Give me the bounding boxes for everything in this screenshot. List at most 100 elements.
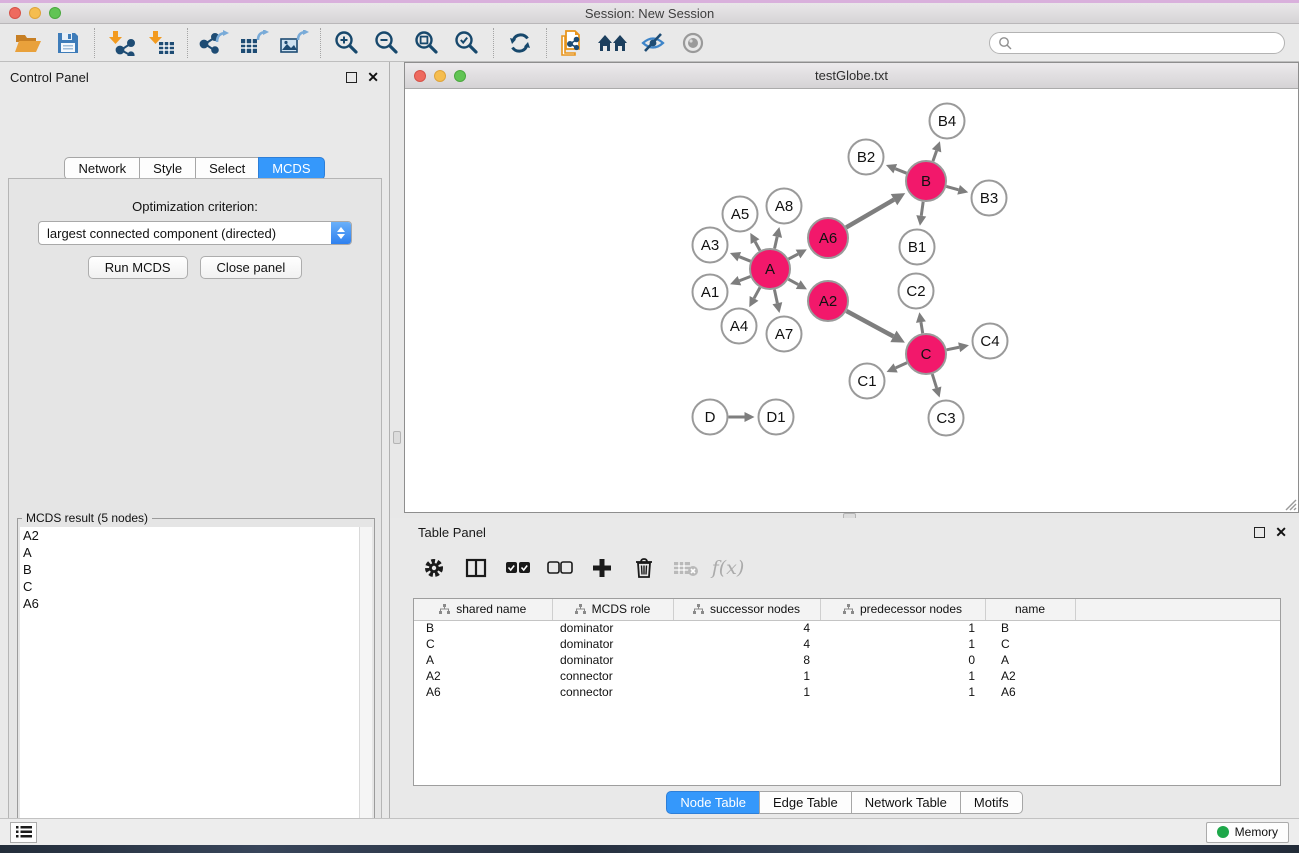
table-cell[interactable]: 4: [673, 636, 820, 652]
tab-select[interactable]: Select: [195, 157, 259, 180]
table-row[interactable]: Adominator80A: [414, 652, 1280, 668]
graph-node-D[interactable]: D: [693, 400, 728, 435]
edge-A6-B[interactable]: [846, 200, 894, 228]
select-all-button[interactable]: [504, 554, 532, 582]
edge-B-B4[interactable]: [933, 151, 937, 161]
table-cell[interactable]: 1: [820, 684, 985, 700]
table-cell[interactable]: 1: [673, 668, 820, 684]
graph-node-B1[interactable]: B1: [900, 230, 935, 265]
graph-node-A3[interactable]: A3: [693, 228, 728, 263]
edge-C-C4[interactable]: [947, 347, 960, 350]
edge-C-C3[interactable]: [932, 374, 936, 388]
graph-node-A7[interactable]: A7: [767, 317, 802, 352]
result-item[interactable]: A2: [20, 527, 372, 544]
tab-motifs[interactable]: Motifs: [960, 791, 1023, 814]
tab-edge-table[interactable]: Edge Table: [759, 791, 852, 814]
export-table-button[interactable]: [234, 27, 274, 59]
result-item[interactable]: A: [20, 544, 372, 561]
deselect-all-button[interactable]: [546, 554, 574, 582]
table-cell[interactable]: A2: [414, 668, 552, 684]
table-cell[interactable]: A6: [985, 684, 1075, 700]
open-session-button[interactable]: [8, 27, 48, 59]
table-cell[interactable]: 1: [673, 684, 820, 700]
float-panel-icon[interactable]: [346, 72, 357, 83]
edge-A-A4[interactable]: [754, 287, 760, 298]
edge-C-C2[interactable]: [921, 322, 923, 333]
new-network-from-selection-button[interactable]: [553, 27, 593, 59]
table-cell[interactable]: dominator: [552, 620, 673, 636]
table-settings-button[interactable]: [420, 554, 448, 582]
network-window-titlebar[interactable]: testGlobe.txt: [405, 63, 1298, 89]
table-row[interactable]: A6connector11A6: [414, 684, 1280, 700]
edge-A-A6[interactable]: [789, 254, 798, 259]
zoom-in-button[interactable]: [327, 27, 367, 59]
edge-B-B3[interactable]: [946, 186, 958, 189]
export-network-button[interactable]: [194, 27, 234, 59]
table-cell[interactable]: 1: [820, 636, 985, 652]
close-table-panel-icon[interactable]: ✕: [1275, 527, 1287, 538]
edge-C-C1[interactable]: [896, 363, 907, 368]
graph-node-B3[interactable]: B3: [972, 181, 1007, 216]
table-cell[interactable]: 8: [673, 652, 820, 668]
export-image-button[interactable]: [274, 27, 314, 59]
zoom-out-button[interactable]: [367, 27, 407, 59]
table-row[interactable]: Cdominator41C: [414, 636, 1280, 652]
tab-mcds[interactable]: MCDS: [258, 157, 324, 180]
table-row[interactable]: A2connector11A2: [414, 668, 1280, 684]
result-item[interactable]: C: [20, 578, 372, 595]
edge-A-A5[interactable]: [755, 242, 760, 251]
import-table-button[interactable]: [141, 27, 181, 59]
vertical-splitter-handle[interactable]: [393, 431, 401, 444]
graph-node-D1[interactable]: D1: [759, 400, 794, 435]
graph-node-C3[interactable]: C3: [929, 401, 964, 436]
hide-selected-button[interactable]: [633, 27, 673, 59]
graph-node-B4[interactable]: B4: [930, 104, 965, 139]
table-cell[interactable]: C: [414, 636, 552, 652]
close-panel-icon[interactable]: ✕: [367, 72, 379, 83]
table-cell[interactable]: B: [985, 620, 1075, 636]
table-cell[interactable]: A: [985, 652, 1075, 668]
edge-A-A8[interactable]: [775, 237, 778, 249]
network-canvas[interactable]: B4B2BB3A8A5A6A3B1AC2A1A2A4A7C4CC1DD1C3: [405, 89, 1298, 512]
graph-node-C[interactable]: C: [906, 334, 946, 374]
table-cell[interactable]: connector: [552, 684, 673, 700]
table-cell[interactable]: C: [985, 636, 1075, 652]
table-cell[interactable]: 0: [820, 652, 985, 668]
graph-node-A6[interactable]: A6: [808, 218, 848, 258]
graph-node-C1[interactable]: C1: [850, 364, 885, 399]
graph-node-A1[interactable]: A1: [693, 275, 728, 310]
edge-B-B1[interactable]: [921, 202, 923, 216]
graph-node-A2[interactable]: A2: [808, 281, 848, 321]
table-cell[interactable]: dominator: [552, 652, 673, 668]
table-cell[interactable]: B: [414, 620, 552, 636]
table-cell[interactable]: 1: [820, 668, 985, 684]
graph-node-A4[interactable]: A4: [722, 309, 757, 344]
zoom-selected-button[interactable]: [447, 27, 487, 59]
result-list-scrollbar[interactable]: [359, 527, 372, 853]
search-input[interactable]: [1017, 36, 1276, 50]
edge-A-A3[interactable]: [739, 257, 750, 262]
search-box[interactable]: [989, 32, 1285, 54]
graph-node-C2[interactable]: C2: [899, 274, 934, 309]
edge-A-A7[interactable]: [774, 290, 777, 304]
optimization-criterion-dropdown[interactable]: largest connected component (directed): [38, 221, 352, 245]
delete-row-button[interactable]: [630, 554, 658, 582]
graph-node-A8[interactable]: A8: [767, 189, 802, 224]
result-item[interactable]: A6: [20, 595, 372, 612]
tab-network[interactable]: Network: [64, 157, 140, 180]
table-cell[interactable]: 1: [820, 620, 985, 636]
import-network-button[interactable]: [101, 27, 141, 59]
run-mcds-button[interactable]: Run MCDS: [88, 256, 188, 279]
column-header-shared-name[interactable]: shared name: [414, 599, 552, 620]
table-cell[interactable]: A6: [414, 684, 552, 700]
column-header-name[interactable]: name: [985, 599, 1075, 620]
table-cell[interactable]: 4: [673, 620, 820, 636]
graph-node-B[interactable]: B: [906, 161, 946, 201]
save-session-button[interactable]: [48, 27, 88, 59]
column-header-successor-nodes[interactable]: successor nodes: [673, 599, 820, 620]
add-row-button[interactable]: [588, 554, 616, 582]
memory-button[interactable]: Memory: [1206, 822, 1289, 843]
edge-A-A2[interactable]: [788, 279, 798, 284]
table-cell[interactable]: A: [414, 652, 552, 668]
graph-node-C4[interactable]: C4: [973, 324, 1008, 359]
